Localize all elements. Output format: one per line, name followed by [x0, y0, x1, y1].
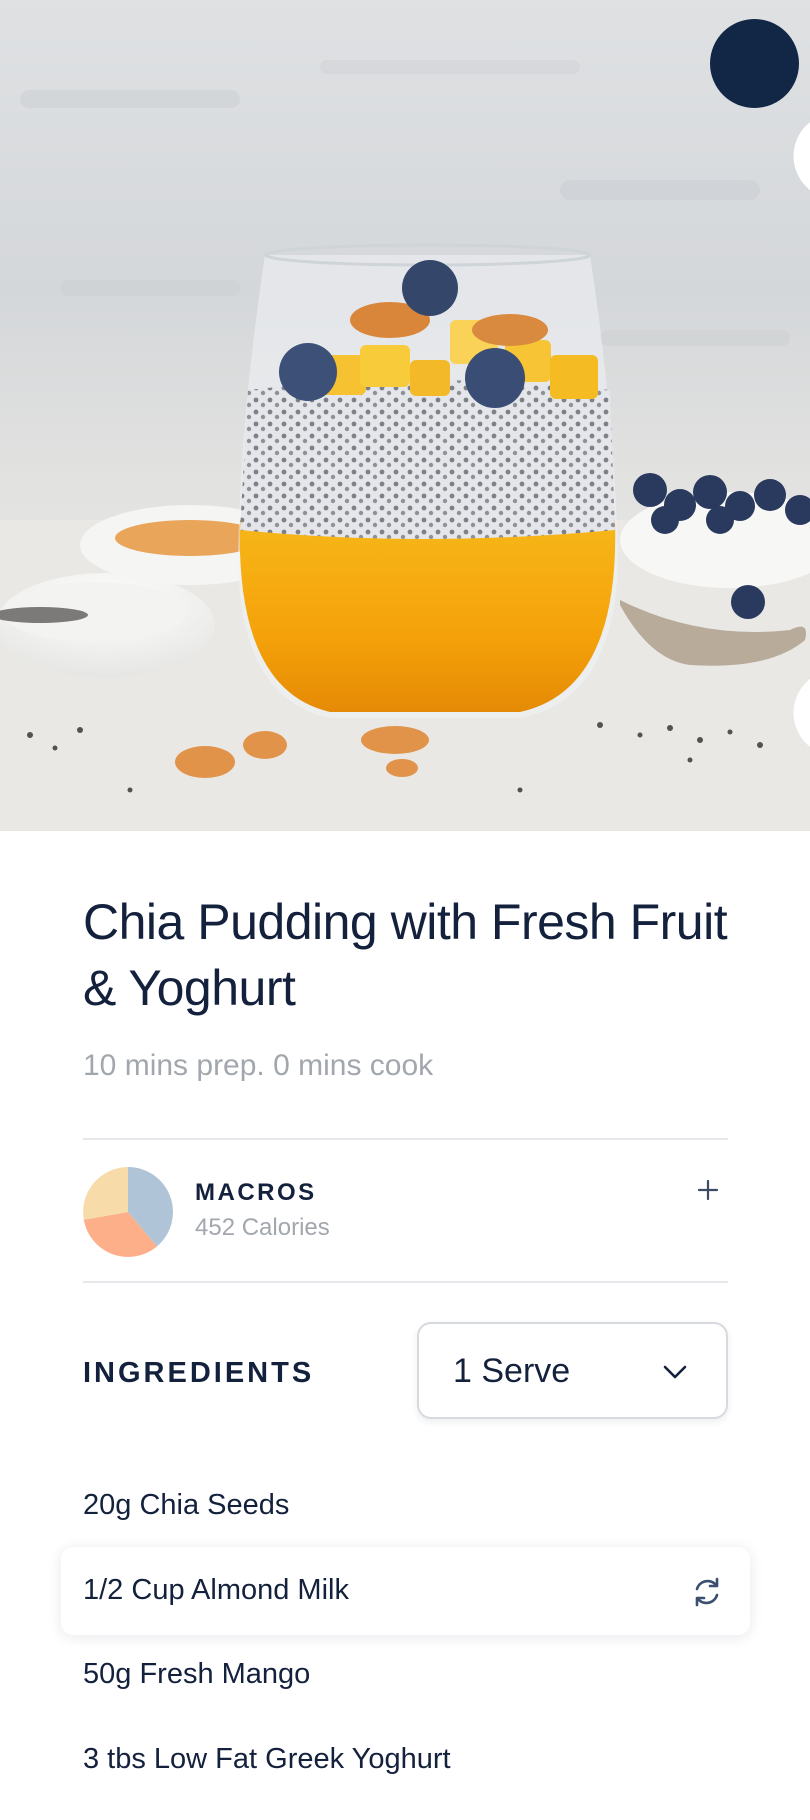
- ingredient-item[interactable]: 50g Fresh Mango: [83, 1658, 310, 1691]
- macros-calories: 452 Calories: [195, 1214, 330, 1241]
- ingredients-heading: INGREDIENTS: [83, 1357, 315, 1389]
- chevron-down-icon: [663, 1365, 687, 1379]
- plus-icon: [697, 1179, 719, 1201]
- recipe-details: Chia Pudding with Fresh Fruit & Yoghurt …: [0, 831, 810, 1820]
- swap-icon[interactable]: [690, 1575, 724, 1609]
- ingredient-item-label: 1/2 Cup Almond Milk: [83, 1574, 349, 1606]
- close-icon: [793, 122, 810, 747]
- recipe-time: 10 mins prep. 0 mins cook: [83, 1049, 434, 1082]
- ingredient-item[interactable]: 3 tbs Low Fat Greek Yoghurt: [83, 1743, 451, 1776]
- divider: [83, 1281, 728, 1283]
- macros-summary[interactable]: MACROS 452 Calories: [83, 1167, 728, 1257]
- divider: [83, 1138, 728, 1140]
- recipe-photo: [0, 0, 810, 831]
- macros-pie-chart: [83, 1167, 173, 1257]
- serving-select-value: 1 Serve: [453, 1352, 571, 1390]
- recipe-photo-illustration: [0, 60, 810, 831]
- recipe-title: Chia Pudding with Fresh Fruit & Yoghurt: [83, 894, 728, 1016]
- serving-select[interactable]: 1 Serve: [417, 1322, 728, 1419]
- macros-label: MACROS: [195, 1179, 317, 1206]
- macros-expand-button[interactable]: [693, 1175, 723, 1205]
- close-button[interactable]: [710, 19, 810, 747]
- ingredient-item-selected[interactable]: 1/2 Cup Almond Milk: [61, 1547, 750, 1635]
- ingredient-item[interactable]: 20g Chia Seeds: [83, 1489, 289, 1522]
- macros-slice-3: [83, 1167, 128, 1220]
